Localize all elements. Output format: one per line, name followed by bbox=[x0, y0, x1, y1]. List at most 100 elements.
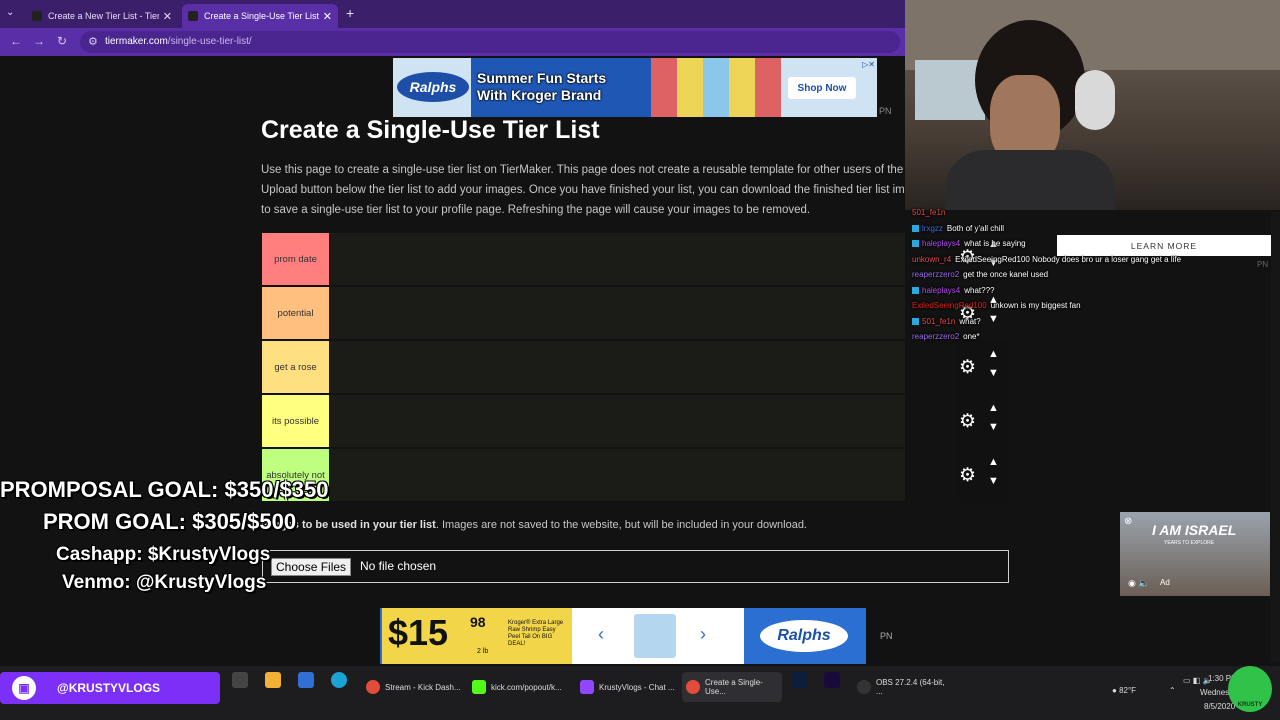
chat-message: unkown_r4 ExiledSeeingRed100 Nobody does … bbox=[912, 255, 1182, 264]
bottom-banner-ad[interactable]: $15 98 2 lb Kroger® Extra Large Raw Shri… bbox=[380, 608, 866, 664]
tier-drop-area[interactable] bbox=[329, 449, 905, 501]
frog-logo-icon: KRUSTY bbox=[1228, 666, 1272, 712]
tier-label[interactable]: potential bbox=[262, 287, 329, 339]
tab-search-icon[interactable]: ⌄ bbox=[6, 7, 14, 18]
product-image bbox=[634, 614, 676, 658]
headphones-icon bbox=[1075, 70, 1115, 130]
gear-icon[interactable]: ⚙ bbox=[959, 356, 976, 379]
chevron-down-icon[interactable]: ▼ bbox=[988, 367, 999, 379]
url-field[interactable]: ⚙ tiermaker.com/single-use-tier-list/ bbox=[80, 31, 900, 53]
cashapp-handle: Cashapp: $KrustyVlogs bbox=[56, 544, 271, 565]
chevron-up-icon[interactable]: ▲ bbox=[988, 456, 999, 468]
scrollbar[interactable] bbox=[1271, 212, 1280, 662]
chat-message: reaperzzero2 get the once kanel used bbox=[912, 270, 1049, 279]
twitch-icon: ▣ bbox=[12, 676, 36, 700]
tier-list: prom date potential get a rose its possi… bbox=[262, 233, 905, 503]
tier-label[interactable]: get a rose bbox=[262, 341, 329, 393]
tier-control: ⚙ ▲ ▼ bbox=[955, 402, 1009, 442]
chevron-up-icon[interactable]: ▲ bbox=[988, 348, 999, 360]
edge-icon[interactable] bbox=[331, 672, 347, 688]
tier-drop-area[interactable] bbox=[329, 233, 905, 285]
tier-drop-area[interactable] bbox=[329, 341, 905, 393]
shop-now-button[interactable]: Shop Now bbox=[788, 77, 856, 99]
file-explorer-icon[interactable] bbox=[265, 672, 281, 688]
tier-controls-lower: ⚙ ▲ ▼ ⚙ ▲ ▼ ⚙ ▲ ▼ bbox=[955, 340, 1009, 503]
tab-create-new-tier-list[interactable]: Create a New Tier List - TierMa ✕ bbox=[26, 4, 178, 28]
gear-icon[interactable]: ⚙ bbox=[959, 464, 976, 487]
tier-row: absolutely not bbox=[262, 449, 905, 503]
prom-goal: PROM GOAL: $305/$500 bbox=[43, 509, 297, 534]
side-video-ad[interactable]: ⊗ I AM ISRAEL YEARS TO EXPLORE ◉ 🔈 Ad bbox=[1120, 512, 1270, 596]
choose-files-button[interactable]: Choose Files bbox=[271, 558, 352, 576]
chat-message: haleplays4 what is he saying bbox=[912, 239, 1026, 251]
tier-row: its possible bbox=[262, 395, 905, 449]
tier-control: ⚙ ▲ ▼ bbox=[955, 456, 1009, 496]
venmo-handle: Venmo: @KrustyVlogs bbox=[62, 572, 267, 593]
taskbar-item[interactable]: OBS 27.2.4 (64-bit, ... bbox=[853, 672, 953, 702]
file-status: No file chosen bbox=[360, 559, 437, 573]
close-ad-icon[interactable]: ⊗ bbox=[1124, 516, 1132, 527]
chat-overlay: 501_fe1n lrxgzz Both of y'all chill halep… bbox=[908, 208, 1200, 348]
file-upload-box: Choose Files No file chosen bbox=[262, 550, 1009, 583]
tiermaker-favicon-icon bbox=[32, 11, 42, 21]
ad-message: Summer Fun Starts With Kroger Brand bbox=[471, 58, 651, 117]
chat-message: haleplays4 what??? bbox=[912, 286, 995, 298]
chat-message: ExiledSeeingRed100 unkown is my biggest f… bbox=[912, 301, 1081, 310]
tab-single-use-tier-list[interactable]: Create a Single-Use Tier List (P ✕ bbox=[182, 4, 338, 28]
tier-row: prom date bbox=[262, 233, 905, 287]
url-text: tiermaker.com/single-use-tier-list/ bbox=[105, 36, 252, 47]
ad-brand-logo: Ralphs bbox=[397, 72, 469, 102]
forward-icon[interactable]: → bbox=[33, 34, 45, 48]
chevron-down-icon[interactable]: ▼ bbox=[988, 421, 999, 433]
chevron-down-icon[interactable]: ▼ bbox=[988, 475, 999, 487]
task-view-icon[interactable] bbox=[232, 672, 248, 688]
chevron-right-icon[interactable]: › bbox=[700, 624, 706, 645]
clock-date: 8/5/2020 bbox=[1204, 702, 1236, 711]
taskbar-item[interactable]: KrustyVlogs - Chat ... bbox=[576, 672, 676, 702]
ad-carousel: ‹ › bbox=[572, 608, 744, 664]
tier-row: potential bbox=[262, 287, 905, 341]
taskbar-item[interactable]: kick.com/popout/k... bbox=[468, 672, 568, 702]
chat-message: 501_fe1n what? bbox=[912, 317, 981, 329]
tier-row: get a rose bbox=[262, 341, 905, 395]
address-bar: ← → ↻ ⚙ tiermaker.com/single-use-tier-li… bbox=[0, 28, 905, 56]
tier-drop-area[interactable] bbox=[329, 287, 905, 339]
back-icon[interactable]: ← bbox=[10, 34, 22, 48]
tier-label[interactable]: prom date bbox=[262, 233, 329, 285]
page-description: Use this page to create a single-use tie… bbox=[261, 164, 905, 216]
close-tab-icon[interactable]: ✕ bbox=[163, 10, 172, 23]
tray-chevron-icon[interactable]: ⌃ bbox=[1169, 686, 1176, 695]
premiere-icon[interactable] bbox=[824, 672, 840, 688]
webcam-feed bbox=[905, 0, 1280, 210]
ad-brand-logo: Ralphs bbox=[760, 620, 848, 652]
weather-widget[interactable]: ● 82°F bbox=[1112, 686, 1136, 695]
tier-control: ⚙ ▲ ▼ bbox=[955, 348, 1009, 388]
ad-products-image bbox=[651, 58, 781, 117]
tier-label[interactable]: its possible bbox=[262, 395, 329, 447]
reload-icon[interactable]: ↻ bbox=[57, 34, 67, 48]
photoshop-icon[interactable] bbox=[792, 672, 808, 688]
new-tab-icon[interactable]: + bbox=[346, 5, 354, 21]
chat-message: 501_fe1n bbox=[912, 208, 946, 217]
top-banner-ad[interactable]: Ralphs Summer Fun Starts With Kroger Bra… bbox=[393, 58, 877, 117]
tab-bar: ⌄ Create a New Tier List - TierMa ✕ Crea… bbox=[0, 0, 905, 28]
ad-pn-label: PN bbox=[880, 631, 893, 641]
close-tab-icon[interactable]: ✕ bbox=[323, 10, 332, 23]
gear-icon[interactable]: ⚙ bbox=[959, 410, 976, 433]
ad-choices-icon[interactable]: ▷✕ bbox=[862, 60, 875, 69]
volume-icon[interactable]: ◉ 🔈 bbox=[1128, 578, 1150, 589]
twitch-handle-banner: ▣ @KRUSTYVLOGS bbox=[0, 672, 220, 704]
tier-drop-area[interactable] bbox=[329, 395, 905, 447]
page-title: Create a Single-Use Tier List bbox=[261, 116, 600, 144]
chevron-left-icon[interactable]: ‹ bbox=[598, 624, 604, 645]
chevron-up-icon[interactable]: ▲ bbox=[988, 402, 999, 414]
store-icon[interactable] bbox=[298, 672, 314, 688]
ad-pn-label: PN bbox=[1257, 260, 1269, 269]
tiermaker-favicon-icon bbox=[188, 11, 198, 21]
site-info-icon[interactable]: ⚙ bbox=[88, 35, 98, 48]
taskbar-item[interactable]: Create a Single-Use... bbox=[682, 672, 782, 702]
upload-instructions: images to be used in your tier list. Ima… bbox=[261, 519, 807, 531]
ad-pn-label: PN bbox=[879, 106, 892, 116]
chat-message: reaperzzero2 one* bbox=[912, 332, 980, 341]
taskbar-item[interactable]: Stream - Kick Dash... bbox=[362, 672, 462, 702]
